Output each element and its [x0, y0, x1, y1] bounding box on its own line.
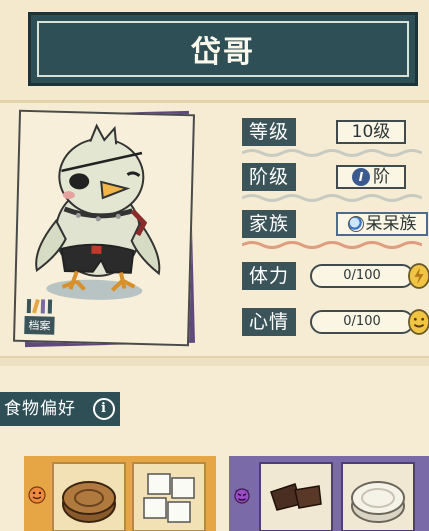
- chocolate-pieces-icon: [270, 483, 322, 511]
- lightning-icon: [408, 263, 429, 289]
- stat-level-value: 10级: [336, 120, 406, 144]
- decorative-divider: [242, 241, 422, 249]
- sugar-cubes-icon: [143, 473, 195, 523]
- food-preference-header: 食物偏好 i: [0, 392, 120, 426]
- smile-icon: [408, 309, 429, 335]
- white-mooncake-icon: [351, 481, 405, 523]
- archive-label: 档案: [24, 315, 55, 335]
- mooncake-icon: [62, 481, 116, 523]
- stat-mood-label: 心情: [242, 308, 296, 336]
- stat-clan-value-box[interactable]: 呆呆族: [336, 212, 428, 236]
- archive-icon: [26, 298, 53, 314]
- liked-food-panel: [24, 456, 216, 531]
- stat-stamina-label: 体力: [242, 262, 296, 290]
- disliked-food-item[interactable]: [259, 462, 333, 531]
- rank-badge-icon: I: [352, 168, 370, 186]
- stat-level-label: 等级: [242, 118, 296, 146]
- disliked-food-item[interactable]: [341, 462, 415, 531]
- liked-food-item[interactable]: [132, 462, 206, 531]
- stat-rank-value: 阶: [373, 167, 390, 187]
- stamina-bar: 0/100: [310, 264, 414, 288]
- character-portrait: 档案: [12, 109, 196, 347]
- liked-food-item[interactable]: [52, 462, 126, 531]
- happy-face-icon: [28, 486, 46, 504]
- bird-character-image: [35, 123, 161, 300]
- decorative-divider: [242, 194, 422, 202]
- archive-button[interactable]: 档案: [24, 298, 59, 335]
- title-area: 岱哥: [0, 0, 429, 100]
- stat-rank-label: 阶级: [242, 163, 296, 191]
- food-preference-title: 食物偏好: [4, 399, 76, 419]
- stat-clan-label: 家族: [242, 210, 296, 238]
- title-banner-inner: 岱哥: [37, 21, 409, 77]
- decorative-divider: [242, 149, 422, 157]
- mood-bar: 0/100: [310, 310, 414, 334]
- stamina-value: 0/100: [343, 268, 381, 283]
- clan-emblem-icon: [347, 216, 364, 232]
- mood-value: 0/100: [343, 314, 381, 329]
- stat-clan-value: 呆呆族: [365, 214, 417, 234]
- character-name: 岱哥: [191, 35, 255, 70]
- devil-face-icon: [234, 488, 250, 504]
- section-divider: [0, 356, 429, 366]
- stat-rank-value-box: I阶: [336, 165, 406, 189]
- disliked-food-panel: [229, 456, 429, 531]
- divider: [0, 100, 429, 103]
- info-icon[interactable]: i: [93, 398, 115, 420]
- title-banner: 岱哥: [28, 12, 418, 86]
